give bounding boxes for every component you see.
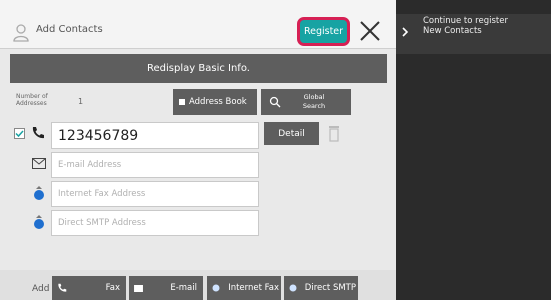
address-count-label-line2: Addresses — [16, 100, 47, 107]
address-book-button[interactable]: Address Book — [173, 89, 257, 115]
address-book-label: Address Book — [189, 97, 247, 107]
direct-smtp-icon — [34, 215, 44, 229]
add-direct-smtp-button[interactable]: Direct SMTP — [284, 276, 358, 300]
global-search-button[interactable]: Global Search — [261, 89, 351, 115]
close-icon[interactable] — [358, 19, 382, 43]
add-internet-fax-button[interactable]: Internet Fax — [207, 276, 281, 300]
add-fax-label: Fax — [105, 283, 120, 293]
direct-smtp-icon — [289, 284, 297, 292]
global-search-label: Global Search — [299, 93, 329, 111]
global-search-label-line2: Search — [302, 102, 326, 110]
add-fax-button[interactable]: Fax — [52, 276, 126, 300]
address-count-label-line1: Number of — [16, 93, 48, 100]
add-email-label: E-mail — [170, 283, 197, 293]
address-count-label: Number of Addresses — [16, 93, 48, 107]
email-icon — [32, 158, 46, 169]
continue-register-text: Continue to register New Contacts — [423, 16, 508, 36]
internet-fax-address-field[interactable]: Internet Fax Address — [51, 181, 259, 207]
chevron-right-icon — [402, 27, 409, 37]
add-internet-fax-label: Internet Fax — [228, 283, 279, 293]
internet-fax-icon — [212, 284, 220, 292]
continue-register-line2: New Contacts — [423, 26, 482, 36]
search-icon — [269, 96, 281, 108]
contact-icon — [13, 24, 29, 42]
fax-number-field[interactable]: 123456789 — [51, 122, 259, 149]
detail-button[interactable]: Detail — [264, 122, 319, 145]
main-panel: Add Contacts Register Redisplay Basic In… — [0, 0, 396, 300]
add-direct-smtp-label: Direct SMTP — [304, 283, 356, 293]
page-title: Add Contacts — [36, 24, 103, 35]
email-icon — [134, 284, 143, 292]
checkbox-icon[interactable] — [14, 128, 25, 139]
address-book-icon — [179, 99, 185, 105]
add-email-button[interactable]: E-mail — [129, 276, 203, 300]
register-button[interactable]: Register — [297, 17, 350, 46]
add-label: Add — [32, 284, 50, 294]
direct-smtp-address-field[interactable]: Direct SMTP Address — [51, 210, 259, 236]
global-search-label-line1: Global — [303, 93, 325, 101]
address-count-value: 1 — [78, 97, 84, 106]
continue-register-line1: Continue to register — [423, 16, 508, 26]
phone-icon — [32, 127, 44, 139]
email-address-field[interactable]: E-mail Address — [51, 152, 259, 178]
trash-icon[interactable] — [328, 124, 340, 142]
phone-icon — [58, 283, 67, 292]
redisplay-basic-info-button[interactable]: Redisplay Basic Info. — [10, 54, 387, 83]
internet-fax-icon — [34, 186, 44, 200]
